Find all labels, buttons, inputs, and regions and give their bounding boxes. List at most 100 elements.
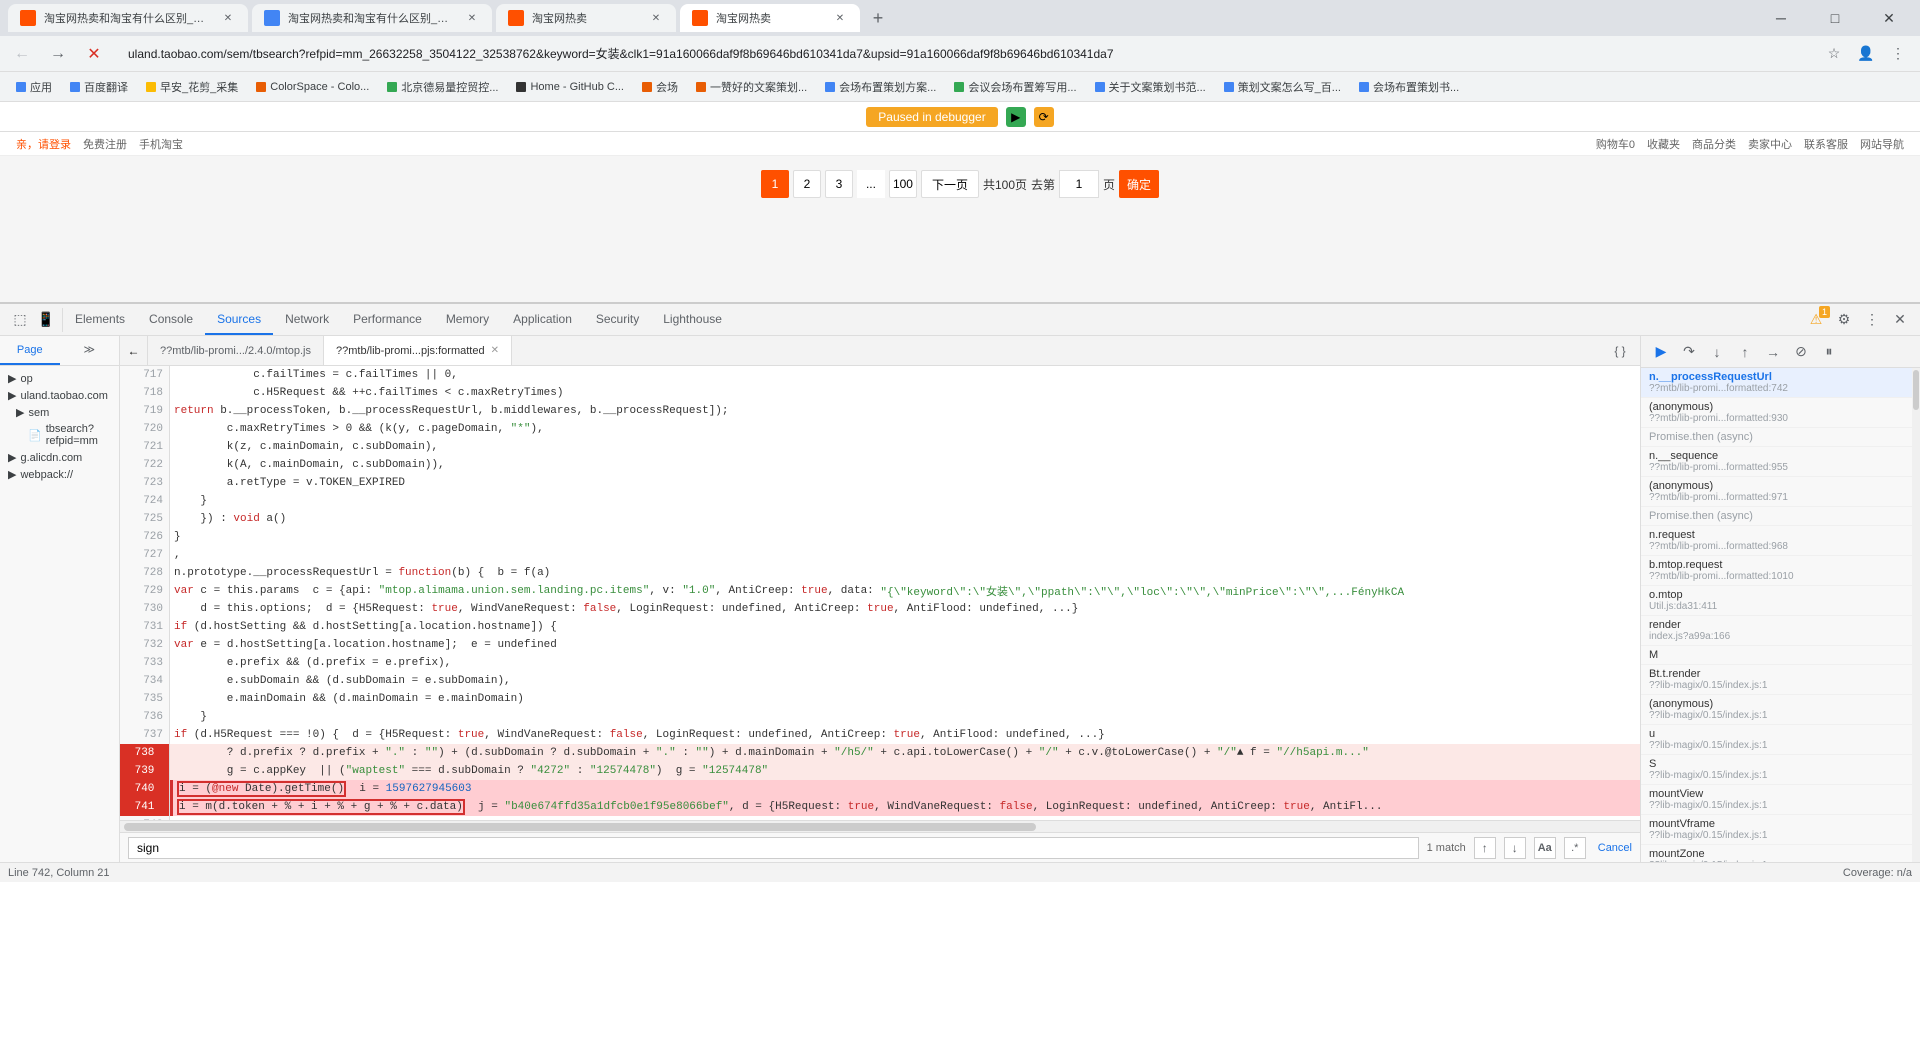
step-into-button[interactable]: ↓ — [1705, 340, 1729, 364]
new-tab-button[interactable]: + — [864, 4, 892, 32]
settings-icon[interactable]: ⚙ — [1832, 308, 1856, 332]
register-link[interactable]: 免费注册 — [83, 136, 127, 152]
bookmark-huichang2[interactable]: 会场布置策划方案... — [817, 77, 944, 97]
tab-close-4[interactable]: ✕ — [832, 10, 848, 26]
maximize-button[interactable]: □ — [1812, 4, 1858, 32]
profile-icon[interactable]: 👤 — [1852, 40, 1880, 68]
tab-close-2[interactable]: ✕ — [464, 10, 480, 26]
call-stack-item-12[interactable]: (anonymous) ??lib-magix/0.15/index.js:1 — [1641, 695, 1912, 725]
format-button[interactable]: { } — [1608, 339, 1632, 363]
page-input[interactable] — [1059, 170, 1099, 198]
bookmark-huiyi[interactable]: 会议会场布置筹写用... — [946, 77, 1084, 97]
tree-item-galidu[interactable]: ▶ g.alicdn.com — [0, 449, 119, 466]
next-page-button[interactable]: 下一页 — [921, 170, 979, 198]
call-stack-item-4[interactable]: (anonymous) ??mtb/lib-promi...formatted:… — [1641, 477, 1912, 507]
inspect-element-button[interactable]: ⬚ — [8, 308, 32, 332]
tab-application[interactable]: Application — [501, 304, 584, 335]
call-stack-item-3[interactable]: n.__sequence ??mtb/lib-promi...formatted… — [1641, 447, 1912, 477]
bookmark-beijing[interactable]: 北京德易量控贸控... — [379, 77, 506, 97]
search-next-button[interactable]: ↓ — [1504, 837, 1526, 859]
pause-resume-button[interactable]: ▶ — [1649, 340, 1673, 364]
step-button[interactable]: → — [1761, 340, 1785, 364]
bookmark-colorspace[interactable]: ColorSpace - Colo... — [248, 79, 377, 95]
horizontal-scrollbar-thumb[interactable] — [124, 823, 1036, 831]
call-stack-item-0[interactable]: n.__processRequestUrl ??mtb/lib-promi...… — [1641, 368, 1912, 398]
tab-console[interactable]: Console — [137, 304, 205, 335]
bookmark-huichang[interactable]: 会场 — [634, 77, 686, 97]
call-stack-item-9[interactable]: render index.js?a99a:166 — [1641, 616, 1912, 646]
call-stack-item-1[interactable]: (anonymous) ??mtb/lib-promi...formatted:… — [1641, 398, 1912, 428]
warning-icon[interactable]: ⚠ 1 — [1804, 308, 1828, 332]
regex-button[interactable]: .* — [1564, 837, 1586, 859]
minimize-button[interactable]: ─ — [1758, 4, 1804, 32]
tab-performance[interactable]: Performance — [341, 304, 434, 335]
file-tab-close-2[interactable]: ✕ — [491, 345, 499, 356]
right-scrollbar-thumb[interactable] — [1913, 370, 1919, 410]
match-case-button[interactable]: Aa — [1534, 837, 1556, 859]
more-options-icon[interactable]: ⋮ — [1860, 308, 1884, 332]
menu-icon[interactable]: ⋮ — [1884, 40, 1912, 68]
tab-lighthouse[interactable]: Lighthouse — [651, 304, 734, 335]
search-input[interactable] — [128, 837, 1419, 859]
bookmark-star-icon[interactable]: ☆ — [1820, 40, 1848, 68]
tree-item-sem[interactable]: ▶ sem — [0, 404, 119, 421]
file-tab-mtb1[interactable]: ??mtb/lib-promi.../2.4.0/mtop.js — [148, 336, 324, 365]
page-3-button[interactable]: 3 — [825, 170, 853, 198]
login-link[interactable]: 亲，请登录 — [16, 136, 71, 152]
call-stack-item-13[interactable]: u ??lib-magix/0.15/index.js:1 — [1641, 725, 1912, 755]
device-mode-button[interactable]: 📱 — [34, 308, 58, 332]
bookmark-guanyu[interactable]: 关于文案策划书范... — [1087, 77, 1214, 97]
back-navigation-button[interactable]: ← — [120, 336, 148, 366]
call-stack-item-7[interactable]: b.mtop.request ??mtb/lib-promi...formatt… — [1641, 556, 1912, 586]
resume-button[interactable]: ▶ — [1006, 107, 1026, 127]
pause-exceptions-button[interactable]: ⏸ — [1817, 340, 1841, 364]
step-out-button[interactable]: ↑ — [1733, 340, 1757, 364]
tree-item-op[interactable]: ▶ op — [0, 370, 119, 387]
code-editor[interactable]: 717 718 719 720 721 722 723 724 725 726 … — [120, 366, 1640, 832]
forward-button[interactable]: → — [44, 40, 72, 68]
call-stack-item-11[interactable]: Bt.t.render ??lib-magix/0.15/index.js:1 — [1641, 665, 1912, 695]
call-stack-item-2[interactable]: Promise.then (async) — [1641, 428, 1912, 447]
tab-2[interactable]: 淘宝网热卖和淘宝有什么区别_百... ✕ — [252, 4, 492, 32]
bookmark-translate[interactable]: 百度翻译 — [62, 77, 136, 97]
close-devtools-button[interactable]: ✕ — [1888, 308, 1912, 332]
tree-item-webpack[interactable]: ▶ webpack:// — [0, 466, 119, 483]
search-prev-button[interactable]: ↑ — [1474, 837, 1496, 859]
page-tab[interactable]: Page — [0, 336, 60, 365]
call-stack-item-17[interactable]: mountZone ??lib-magix/0.15/index.js:1 — [1641, 845, 1912, 862]
tab-elements[interactable]: Elements — [63, 304, 137, 335]
tab-network[interactable]: Network — [273, 304, 341, 335]
bookmark-huichang3[interactable]: 会场布置策划书... — [1351, 77, 1467, 97]
right-scrollbar[interactable] — [1912, 368, 1920, 862]
bookmark-zaoan[interactable]: 早安_花剪_采集 — [138, 77, 246, 97]
tab-4[interactable]: 淘宝网热卖 ✕ — [680, 4, 860, 32]
tree-item-uland[interactable]: ▶ uland.taobao.com — [0, 387, 119, 404]
page-1-button[interactable]: 1 — [761, 170, 789, 198]
close-button[interactable]: ✕ — [1866, 4, 1912, 32]
mobile-link[interactable]: 手机淘宝 — [139, 136, 183, 152]
call-stack-item-8[interactable]: o.mtop Util.js:da31:411 — [1641, 586, 1912, 616]
tab-memory[interactable]: Memory — [434, 304, 501, 335]
tab-security[interactable]: Security — [584, 304, 651, 335]
tree-item-tbsearch[interactable]: 📄 tbsearch?refpid=mm — [0, 421, 119, 449]
back-button[interactable]: ← — [8, 40, 36, 68]
page-100-button[interactable]: 100 — [889, 170, 917, 198]
tab-3[interactable]: 淘宝网热卖 ✕ — [496, 4, 676, 32]
call-stack-item-6[interactable]: n.request ??mtb/lib-promi...formatted:96… — [1641, 526, 1912, 556]
call-stack-item-16[interactable]: mountVframe ??lib-magix/0.15/index.js:1 — [1641, 815, 1912, 845]
tab-1[interactable]: 淘宝网热卖和淘宝有什么区别_百... ✕ — [8, 4, 248, 32]
bookmark-cehua[interactable]: 策划文案怎么写_百... — [1216, 77, 1349, 97]
tab-close-3[interactable]: ✕ — [648, 10, 664, 26]
file-tab-mtb2[interactable]: ??mtb/lib-promi...pjs:formatted ✕ — [324, 336, 512, 365]
bookmark-github[interactable]: Home - GitHub C... — [508, 79, 632, 95]
refresh-button[interactable]: ✕ — [80, 40, 108, 68]
confirm-button[interactable]: 确定 — [1119, 170, 1159, 198]
tab-sources[interactable]: Sources — [205, 304, 273, 335]
deactivate-breakpoints-button[interactable]: ⊘ — [1789, 340, 1813, 364]
page-2-button[interactable]: 2 — [793, 170, 821, 198]
call-stack-item-10[interactable]: M — [1641, 646, 1912, 665]
horizontal-scrollbar[interactable] — [120, 820, 1640, 832]
filesystem-tab[interactable]: ≫ — [60, 336, 120, 365]
call-stack-item-15[interactable]: mountView ??lib-magix/0.15/index.js:1 — [1641, 785, 1912, 815]
bookmark-yizan[interactable]: 一赞好的文案策划... — [688, 77, 815, 97]
